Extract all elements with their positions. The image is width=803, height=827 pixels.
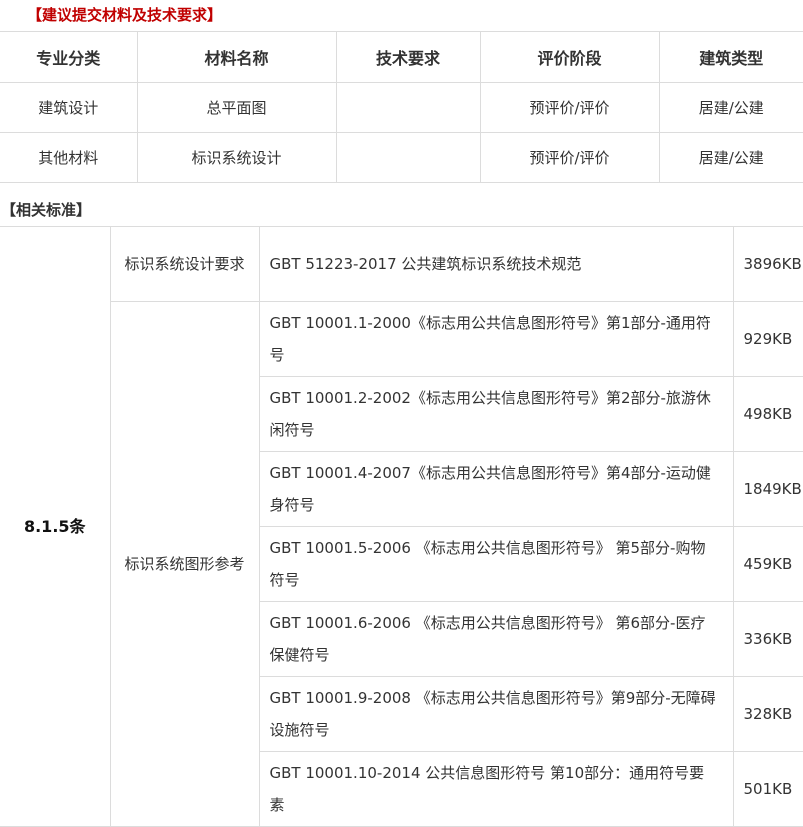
materials-section-title: 【建议提交材料及技术要求】 <box>27 6 223 24</box>
file-size: 929KB <box>732 301 803 377</box>
cell-material-name: 总平面图 <box>136 82 337 133</box>
table-row: 其他材料 标识系统设计 预评价/评价 居建/公建 <box>0 132 803 183</box>
standard-link[interactable]: GBT 51223-2017 公共建筑标识系统技术规范 <box>258 226 734 302</box>
column-header-building-type: 建筑类型 <box>658 31 803 83</box>
clause-number: 8.1.5条 <box>0 226 111 827</box>
cell-tech-requirement <box>335 82 481 133</box>
cell-material-name: 标识系统设计 <box>136 132 337 183</box>
standard-link[interactable]: GBT 10001.5-2006 《标志用公共信息图形符号》 第5部分-购物符号 <box>258 526 734 602</box>
category-label: 标识系统设计要求 <box>109 226 260 302</box>
standard-link[interactable]: GBT 10001.1-2000《标志用公共信息图形符号》第1部分-通用符号 <box>258 301 734 377</box>
file-size: 498KB <box>732 376 803 452</box>
cell-evaluation-stage: 预评价/评价 <box>479 132 660 183</box>
standard-link[interactable]: GBT 10001.9-2008 《标志用公共信息图形符号》第9部分-无障碍设施… <box>258 676 734 752</box>
standard-link[interactable]: GBT 10001.10-2014 公共信息图形符号 第10部分：通用符号要素 <box>258 751 734 827</box>
file-size: 328KB <box>732 676 803 752</box>
table-header-row: 专业分类 材料名称 技术要求 评价阶段 建筑类型 <box>0 31 803 83</box>
cell-discipline: 其他材料 <box>0 132 138 183</box>
file-size: 459KB <box>732 526 803 602</box>
column-header-evaluation-stage: 评价阶段 <box>479 31 660 83</box>
file-size: 336KB <box>732 601 803 677</box>
cell-building-type: 居建/公建 <box>658 132 803 183</box>
standards-section-title: 【相关标准】 <box>1 201 92 219</box>
standard-link[interactable]: GBT 10001.6-2006 《标志用公共信息图形符号》 第6部分-医疗保健… <box>258 601 734 677</box>
table-row: 标识系统图形参考 GBT 10001.1-2000《标志用公共信息图形符号》第1… <box>0 301 803 827</box>
table-row: 建筑设计 总平面图 预评价/评价 居建/公建 <box>0 82 803 133</box>
cell-tech-requirement <box>335 132 481 183</box>
cell-evaluation-stage: 预评价/评价 <box>479 82 660 133</box>
standard-link[interactable]: GBT 10001.2-2002《标志用公共信息图形符号》第2部分-旅游休闲符号 <box>258 376 734 452</box>
materials-table: 专业分类 材料名称 技术要求 评价阶段 建筑类型 建筑设计 总平面图 预评价/评… <box>0 31 803 183</box>
file-size: 501KB <box>732 751 803 827</box>
table-row: 8.1.5条 标识系统设计要求 GBT 51223-2017 公共建筑标识系统技… <box>0 226 803 827</box>
standards-table: 8.1.5条 标识系统设计要求 GBT 51223-2017 公共建筑标识系统技… <box>0 226 803 827</box>
column-header-tech-requirement: 技术要求 <box>335 31 481 83</box>
column-header-material-name: 材料名称 <box>136 31 337 83</box>
category-label: 标识系统图形参考 <box>109 301 260 827</box>
file-size: 1849KB <box>732 451 803 527</box>
cell-building-type: 居建/公建 <box>658 82 803 133</box>
cell-discipline: 建筑设计 <box>0 82 138 133</box>
file-size: 3896KB <box>732 226 803 302</box>
standard-link[interactable]: GBT 10001.4-2007《标志用公共信息图形符号》第4部分-运动健身符号 <box>258 451 734 527</box>
column-header-discipline: 专业分类 <box>0 31 138 83</box>
